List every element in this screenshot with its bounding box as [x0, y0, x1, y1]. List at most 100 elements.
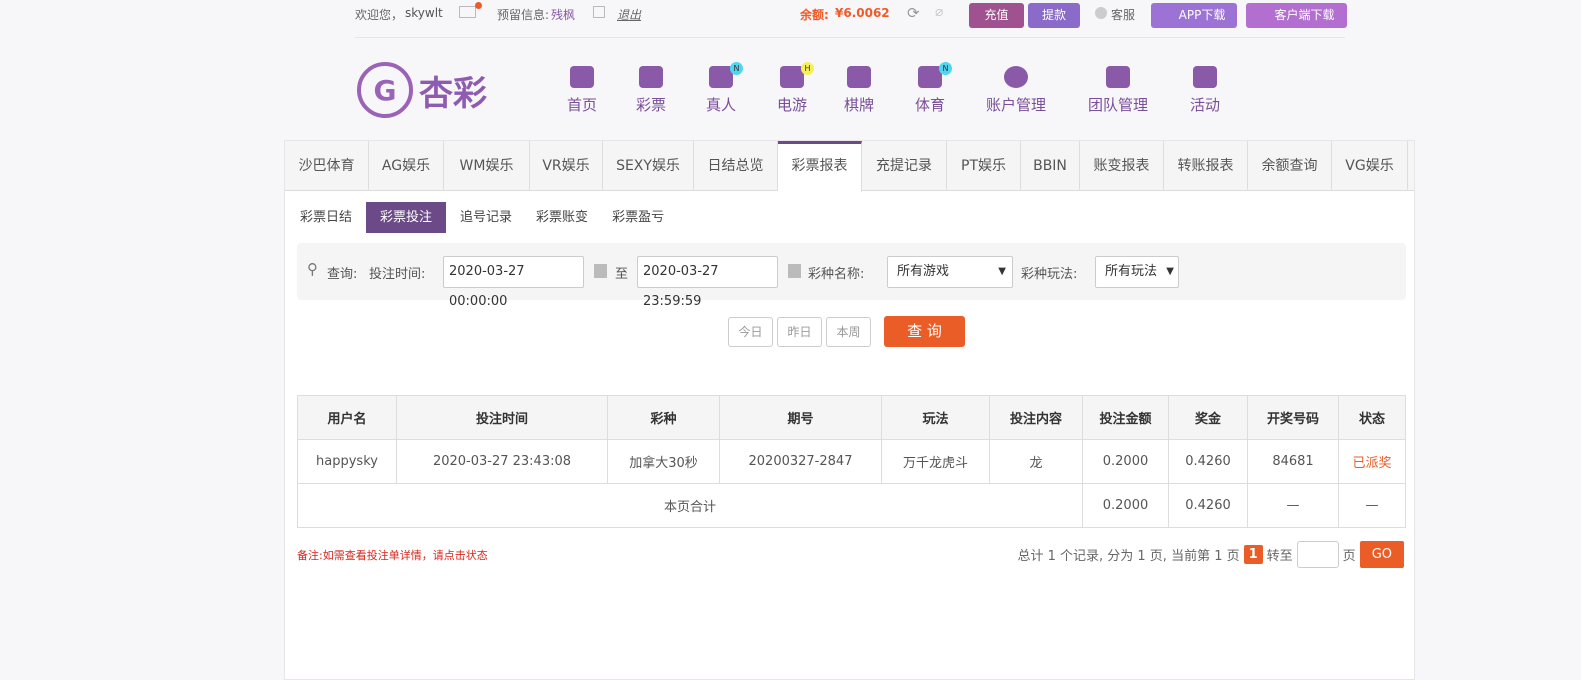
- current-page[interactable]: 1: [1243, 545, 1263, 564]
- column-header: 状态: [1338, 395, 1406, 440]
- reserved-label: 预留信息:: [497, 8, 550, 22]
- tab-2[interactable]: WM娱乐: [444, 141, 530, 191]
- tab-3[interactable]: VR娱乐: [530, 141, 603, 191]
- page-unit: 页: [1342, 549, 1356, 564]
- table-cell: happysky: [297, 439, 397, 484]
- column-header: 用户名: [297, 395, 397, 440]
- refresh-icon[interactable]: ⟳: [907, 4, 920, 22]
- goto-page-input[interactable]: [1296, 541, 1339, 568]
- calendar-icon[interactable]: [788, 264, 801, 278]
- tab-6[interactable]: 彩票报表: [778, 141, 862, 192]
- nav-account[interactable]: 账户管理: [986, 66, 1046, 115]
- start-time-input[interactable]: 2020-03-27 00:00:00: [443, 256, 584, 309]
- goto-label: 转至: [1266, 549, 1293, 564]
- chevron-down-icon: ▼: [998, 266, 1006, 277]
- edit-icon[interactable]: [593, 6, 605, 18]
- nav-team[interactable]: 团队管理: [1088, 66, 1148, 115]
- username: skywlt: [405, 6, 443, 20]
- search-button[interactable]: 查 询: [884, 316, 965, 347]
- tab-7[interactable]: 充提记录: [862, 141, 947, 191]
- filter-bar: ⚲ 查询: 投注时间: 2020-03-27 00:00:00 至 2020-0…: [297, 243, 1406, 309]
- nav-slots[interactable]: H 电游: [777, 62, 814, 115]
- service-link[interactable]: 客服: [1111, 6, 1135, 23]
- tab-0[interactable]: 沙巴体育: [285, 141, 369, 191]
- game-select[interactable]: 所有游戏 ▼: [887, 256, 1013, 288]
- search-icon: ⚲: [307, 260, 318, 278]
- bets-table: 用户名 投注时间 彩种 期号 玩法 投注内容 投注金额 奖金 开奖号码 状态 happysky 20…: [297, 395, 1406, 528]
- column-header: 投注金额: [1082, 395, 1169, 440]
- game-label: 彩种名称:: [808, 267, 865, 282]
- column-header: 奖金: [1168, 395, 1248, 440]
- tab-9[interactable]: BBIN: [1021, 141, 1080, 191]
- column-header: 投注时间: [396, 395, 608, 440]
- column-header: 玩法: [881, 395, 990, 440]
- gamepad-icon: H: [779, 62, 814, 88]
- nav-lottery[interactable]: 彩票: [636, 66, 666, 115]
- column-header: 期号: [719, 395, 882, 440]
- table-cell: 0.4260: [1168, 439, 1248, 484]
- tab-13[interactable]: VG娱乐: [1332, 141, 1408, 191]
- calendar-icon[interactable]: [594, 264, 607, 278]
- nav-home[interactable]: 首页: [567, 66, 597, 115]
- tab-5[interactable]: 日结总览: [694, 141, 778, 191]
- subtab-2[interactable]: 追号记录: [450, 202, 522, 233]
- nav-cards[interactable]: 棋牌: [844, 66, 874, 115]
- table-cell: 加拿大30秒: [607, 439, 720, 484]
- total-status: —: [1338, 483, 1406, 528]
- go-button[interactable]: GO: [1359, 541, 1404, 568]
- yesterday-button[interactable]: 昨日: [777, 317, 822, 347]
- subtab-3[interactable]: 彩票账变: [526, 202, 598, 233]
- gift-icon: [1192, 66, 1217, 88]
- pagination-summary: 总计 1 个记录, 分为 1 页, 当前第 1 页: [1017, 549, 1240, 564]
- this-week-button[interactable]: 本周: [826, 317, 871, 347]
- chevron-down-icon: ▼: [1166, 266, 1174, 277]
- status-link[interactable]: 已派奖: [1338, 439, 1406, 484]
- reserved-value: 残枫: [551, 8, 576, 22]
- end-time-input[interactable]: 2020-03-27 23:59:59: [637, 256, 778, 309]
- mail-icon[interactable]: [459, 6, 476, 18]
- table-cell: 2020-03-27 23:43:08: [396, 439, 608, 484]
- to-label: 至: [615, 267, 629, 282]
- total-row: 本页合计 0.2000 0.4260 — —: [297, 483, 1406, 528]
- ticket-icon: [638, 66, 663, 88]
- nav-activity[interactable]: 活动: [1190, 66, 1220, 115]
- tab-8[interactable]: PT娱乐: [947, 141, 1021, 191]
- logo-seal-icon: G: [357, 62, 413, 118]
- report-panel: 沙巴体育 AG娱乐 WM娱乐 VR娱乐 SEXY娱乐 日结总览 彩票报表 充提记录 PT娱乐 BB…: [284, 140, 1415, 680]
- hide-eye-icon[interactable]: ⌀: [935, 4, 943, 20]
- play-select[interactable]: 所有玩法 ▼: [1095, 256, 1179, 288]
- cards-icon: [846, 66, 871, 88]
- app-download-button[interactable]: APP下载: [1151, 3, 1237, 28]
- withdraw-button[interactable]: 提款: [1028, 3, 1080, 28]
- nav-live[interactable]: N 真人: [706, 62, 743, 115]
- top-bar: 欢迎您， skywlt 预留信息: 残枫 退出 余额: ¥6.0062 ⟳ ⌀ …: [355, 0, 1347, 28]
- logo[interactable]: G 杏彩: [357, 60, 507, 120]
- total-amount: 0.2000: [1082, 483, 1169, 528]
- total-bonus: 0.4260: [1168, 483, 1248, 528]
- home-icon: [569, 66, 594, 88]
- today-button[interactable]: 今日: [728, 317, 773, 347]
- table-cell: 84681: [1247, 439, 1339, 484]
- tab-4[interactable]: SEXY娱乐: [603, 141, 694, 191]
- table-cell: 龙: [989, 439, 1083, 484]
- sub-tabs: 彩票日结 彩票投注 追号记录 彩票账变 彩票盈亏: [290, 202, 678, 233]
- subtab-4[interactable]: 彩票盈亏: [602, 202, 674, 233]
- subtab-1[interactable]: 彩票投注: [366, 202, 447, 233]
- mail-dot-icon: [475, 2, 482, 9]
- tab-11[interactable]: 转账报表: [1164, 141, 1248, 191]
- client-download-button[interactable]: 客户端下载: [1246, 3, 1347, 28]
- total-label: 本页合计: [297, 483, 1083, 528]
- tab-1[interactable]: AG娱乐: [369, 141, 444, 191]
- divider: [355, 37, 1345, 38]
- tab-12[interactable]: 余额查询: [1248, 141, 1332, 191]
- deposit-button[interactable]: 充值: [969, 3, 1024, 28]
- table-cell: 万千龙虎斗: [881, 439, 990, 484]
- dealer-icon: N: [708, 62, 743, 88]
- subtab-0[interactable]: 彩票日结: [290, 202, 362, 233]
- note-text: 备注:如需查看投注单详情，请点击状态: [297, 549, 488, 562]
- play-label: 彩种玩法:: [1021, 267, 1078, 282]
- nav-sports[interactable]: N 体育: [915, 62, 952, 115]
- logout-link[interactable]: 退出: [617, 6, 641, 23]
- tab-10[interactable]: 账变报表: [1080, 141, 1164, 191]
- balance-label: 余额:: [800, 8, 829, 22]
